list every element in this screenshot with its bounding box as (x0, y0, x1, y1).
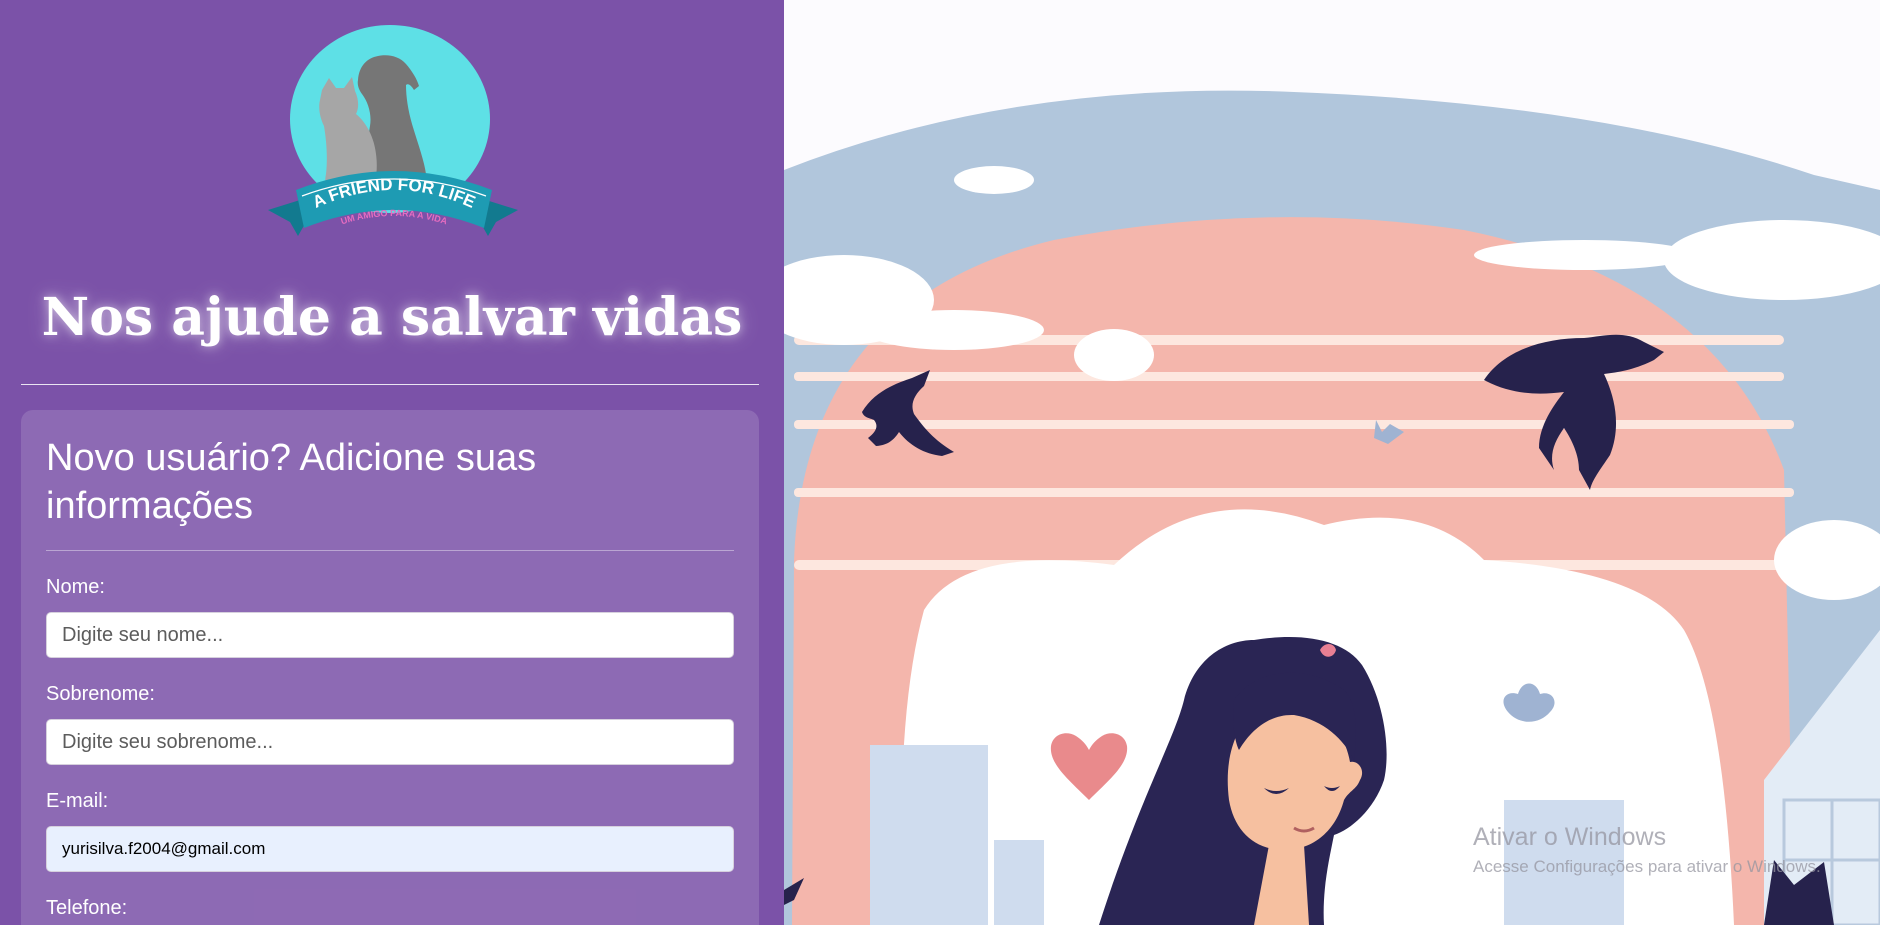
first-name-input[interactable] (46, 612, 734, 658)
page-headline: Nos ajude a salvar vidas (41, 287, 743, 348)
header-divider (21, 384, 759, 385)
phone-label: Telefone: (46, 897, 128, 919)
email-input[interactable] (46, 826, 734, 872)
hero-illustration (784, 0, 1880, 925)
email-label: E-mail: (46, 790, 109, 812)
last-name-label: Sobrenome: (46, 683, 155, 705)
registration-form: Novo usuário? Adicione suas informações … (21, 410, 759, 925)
first-name-label: Nome: (46, 576, 105, 598)
hero-illustration-panel (784, 0, 1880, 925)
logo: A FRIEND FOR LIFE UM AMIGO PARA A VIDA (268, 25, 518, 236)
last-name-input[interactable] (46, 719, 734, 765)
signup-panel: A FRIEND FOR LIFE UM AMIGO PARA A VIDA N… (0, 0, 784, 925)
windows-activation-subtitle: Acesse Configurações para ativar o Windo… (1473, 857, 1821, 876)
form-divider (46, 550, 734, 551)
windows-activation-title: Ativar o Windows (1473, 823, 1667, 851)
form-title: Novo usuário? Adicione suas informações (46, 437, 537, 527)
